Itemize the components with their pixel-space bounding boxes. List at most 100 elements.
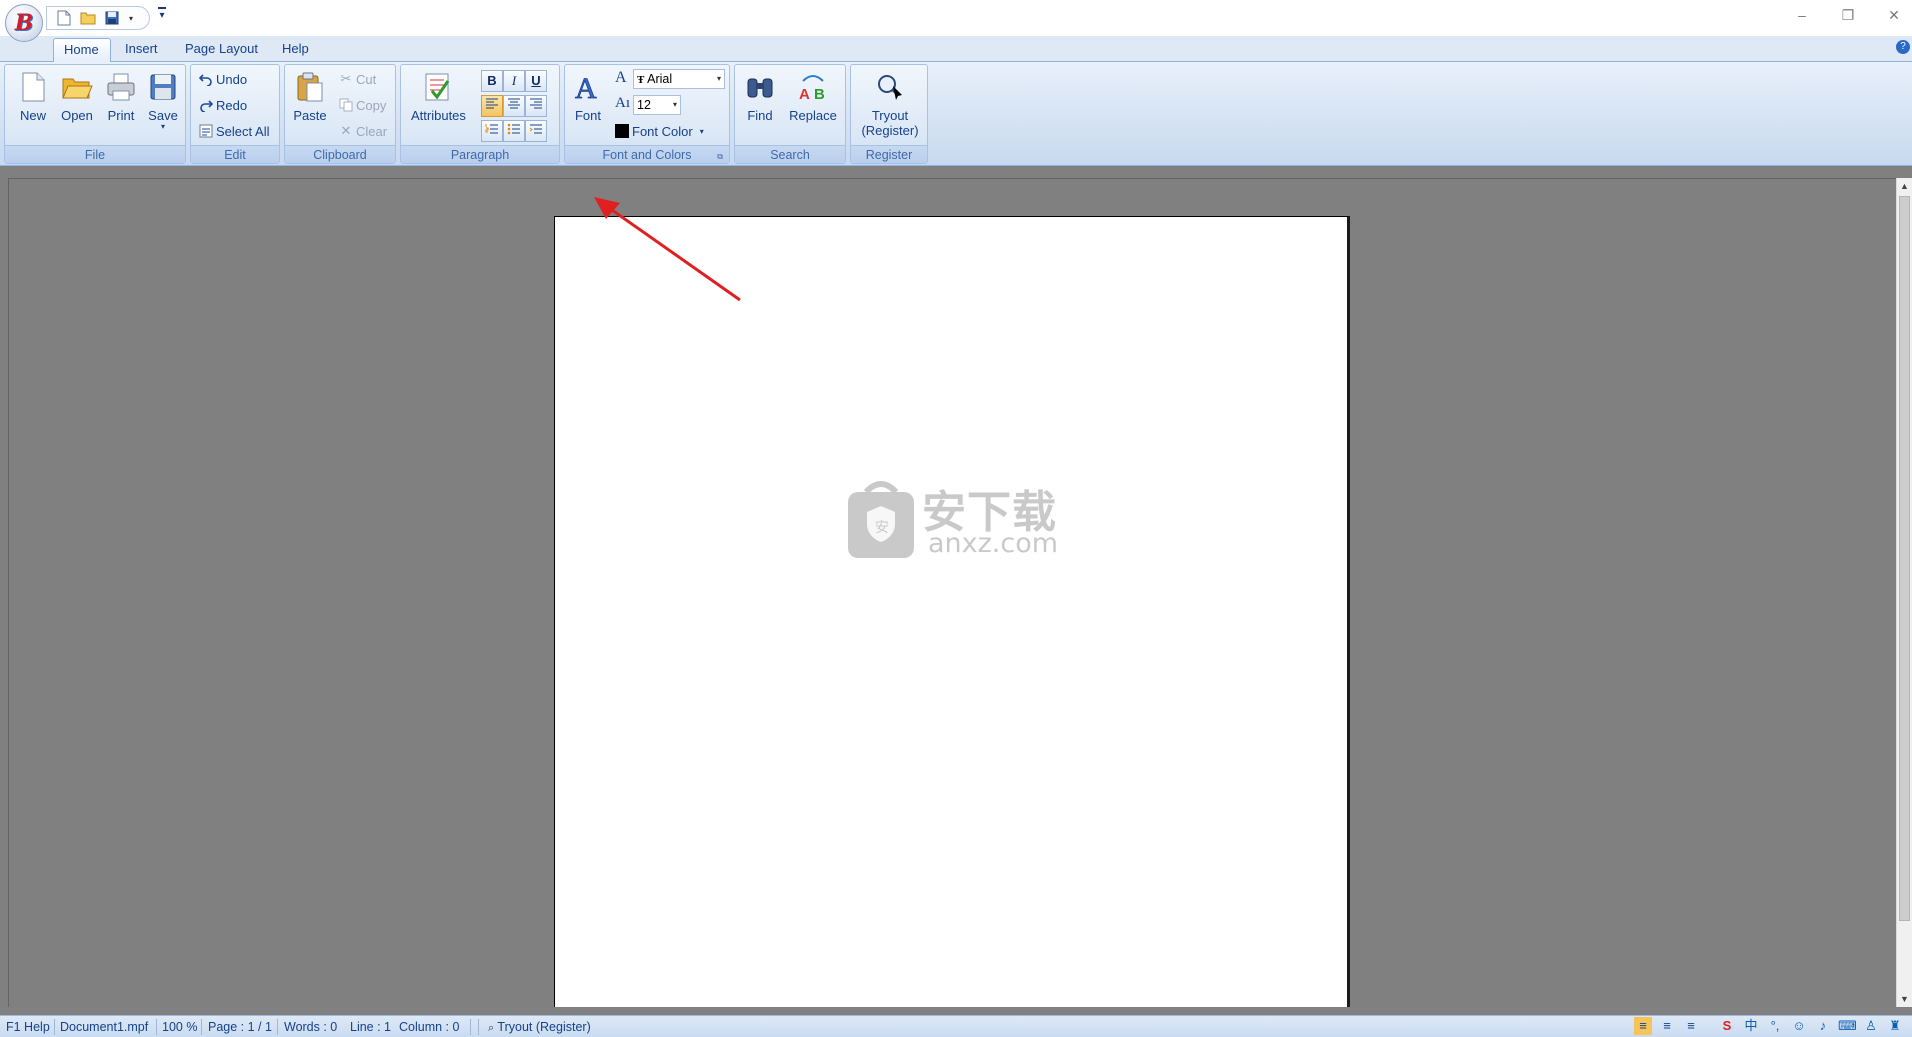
copy-button[interactable]: Copy (339, 95, 386, 115)
save-dropdown-arrow-icon[interactable]: ▾ (127, 9, 135, 27)
clear-button[interactable]: ✕ Clear (339, 121, 388, 141)
select-all-label: Select All (216, 123, 270, 139)
new-button[interactable]: New (13, 71, 53, 123)
status-separator (54, 1019, 55, 1035)
group-font-colors-label: Font and Colors ⧉ (565, 145, 729, 163)
font-size-dropdown-icon[interactable]: ▾ (673, 96, 677, 114)
indent-list-button[interactable] (525, 120, 547, 142)
group-register-label: Register (851, 145, 927, 163)
tryout-line2: (Register) (861, 123, 919, 138)
open-button[interactable]: Open (55, 71, 99, 123)
scroll-thumb[interactable] (1899, 196, 1910, 921)
application-menu-button[interactable]: B (5, 4, 43, 42)
font-color-swatch (615, 124, 629, 138)
save-dropdown-icon[interactable]: ▾ (143, 123, 183, 131)
shirt-icon[interactable]: ♜ (1886, 1017, 1904, 1035)
open-folder-icon[interactable] (79, 9, 97, 27)
user-icon[interactable]: ♙ (1862, 1017, 1880, 1035)
keyboard-icon[interactable]: ⌨ (1838, 1017, 1857, 1035)
undo-button[interactable]: Undo (199, 69, 247, 89)
underline-button[interactable]: U (525, 70, 547, 92)
print-button[interactable]: Print (101, 71, 141, 123)
title-bar: B ▾ ▾ – ❐ ✕ (0, 0, 1912, 42)
app-logo-icon: B (14, 10, 34, 36)
new-label: New (19, 108, 46, 123)
group-search: Find AB Replace Search (734, 64, 846, 164)
save-label: Save (148, 108, 178, 123)
replace-ab-icon: AB (797, 71, 829, 103)
vertical-scrollbar[interactable]: ▲ ▼ (1896, 178, 1912, 1007)
font-label: Font (574, 108, 601, 123)
new-doc-icon[interactable] (55, 9, 73, 27)
select-all-button[interactable]: Select All (199, 121, 269, 141)
restore-button[interactable]: ❐ (1830, 4, 1866, 26)
status-align-right-icon[interactable]: ≡ (1682, 1017, 1700, 1035)
group-font-colors-text: Font and Colors (602, 148, 692, 162)
ime-chinese-icon[interactable]: 中 (1742, 1017, 1760, 1035)
status-align-left-icon[interactable]: ≡ (1634, 1017, 1652, 1035)
minimize-button[interactable]: – (1784, 4, 1820, 26)
tab-insert[interactable]: Insert (115, 38, 168, 62)
redo-button[interactable]: Redo (199, 95, 247, 115)
status-align-center-icon[interactable]: ≡ (1658, 1017, 1676, 1035)
group-font-colors: A Font A Ŧ Arial ▾ Aı 12 ▾ Font Color ▾ … (564, 64, 730, 164)
align-right-button[interactable] (525, 95, 547, 117)
italic-button[interactable]: I (503, 70, 525, 92)
status-register[interactable]: ⌕ Tryout (Register) (488, 1016, 591, 1037)
scroll-down-icon[interactable]: ▼ (1897, 991, 1912, 1007)
truetype-icon: Ŧ (637, 74, 645, 86)
numbered-list-icon (485, 124, 498, 134)
close-button[interactable]: ✕ (1876, 4, 1912, 26)
binoculars-icon (744, 71, 776, 103)
bold-button[interactable]: B (481, 70, 503, 92)
dialog-launcher-icon[interactable]: ⧉ (717, 148, 723, 166)
find-button[interactable]: Find (741, 71, 779, 123)
status-line: Line : 1 (350, 1020, 392, 1034)
font-button[interactable]: A Font (569, 71, 607, 123)
ime-sogou-icon[interactable]: S (1718, 1017, 1736, 1035)
svg-text:B: B (814, 86, 825, 103)
status-separator (470, 1019, 471, 1035)
align-center-button[interactable] (503, 95, 525, 117)
microphone-icon[interactable]: ♪ (1814, 1017, 1832, 1035)
status-register-label: Tryout (Register) (497, 1020, 591, 1034)
emoji-icon[interactable]: ☺ (1790, 1017, 1808, 1035)
replace-button[interactable]: AB Replace (785, 71, 841, 123)
help-icon[interactable]: ? (1896, 40, 1910, 54)
cut-button[interactable]: ✂ Cut (339, 69, 377, 89)
ime-punctuation-icon[interactable]: °, (1766, 1017, 1784, 1035)
tab-home[interactable]: Home (53, 38, 111, 62)
font-name-combo[interactable]: Ŧ Arial ▾ (633, 69, 725, 89)
font-color-button[interactable]: Font Color ▾ (615, 121, 704, 141)
clear-label: Clear (356, 123, 388, 139)
scroll-up-icon[interactable]: ▲ (1897, 178, 1912, 194)
status-words: Words : 0 (284, 1020, 338, 1034)
tab-page-layout[interactable]: Page Layout (175, 38, 268, 62)
tryout-register-button[interactable]: Tryout (Register) (855, 71, 925, 138)
attributes-button[interactable]: Attributes (411, 71, 466, 123)
font-a-icon: A (572, 71, 604, 106)
save-button[interactable]: Save ▾ (143, 71, 183, 131)
paste-clipboard-icon (294, 71, 326, 103)
svg-text:安: 安 (875, 520, 889, 536)
group-file: New Open Print Save ▾ File (4, 64, 186, 164)
font-color-label: Font Color (632, 123, 693, 139)
font-color-dropdown-icon[interactable]: ▾ (700, 127, 704, 136)
save-disk-icon[interactable] (103, 9, 121, 27)
font-name-value: Arial (647, 72, 673, 86)
document-page[interactable] (554, 216, 1350, 1007)
status-column: Column : 0 (399, 1020, 460, 1034)
align-left-button[interactable] (481, 95, 503, 117)
open-folder-large-icon (61, 71, 93, 103)
paste-button[interactable]: Paste (291, 71, 329, 123)
quick-access-toolbar: ▾ (46, 6, 150, 30)
customize-qat-icon[interactable]: ▾ (155, 7, 169, 26)
tab-help[interactable]: Help (272, 38, 319, 62)
numbered-list-button[interactable] (481, 120, 503, 142)
status-separator (201, 1019, 202, 1035)
font-size-combo[interactable]: 12 ▾ (633, 95, 681, 115)
status-help: F1 Help (6, 1020, 50, 1034)
font-name-dropdown-icon[interactable]: ▾ (717, 70, 721, 88)
group-paragraph: Attributes B I U Paragraph (400, 64, 560, 164)
bullet-list-button[interactable] (503, 120, 525, 142)
